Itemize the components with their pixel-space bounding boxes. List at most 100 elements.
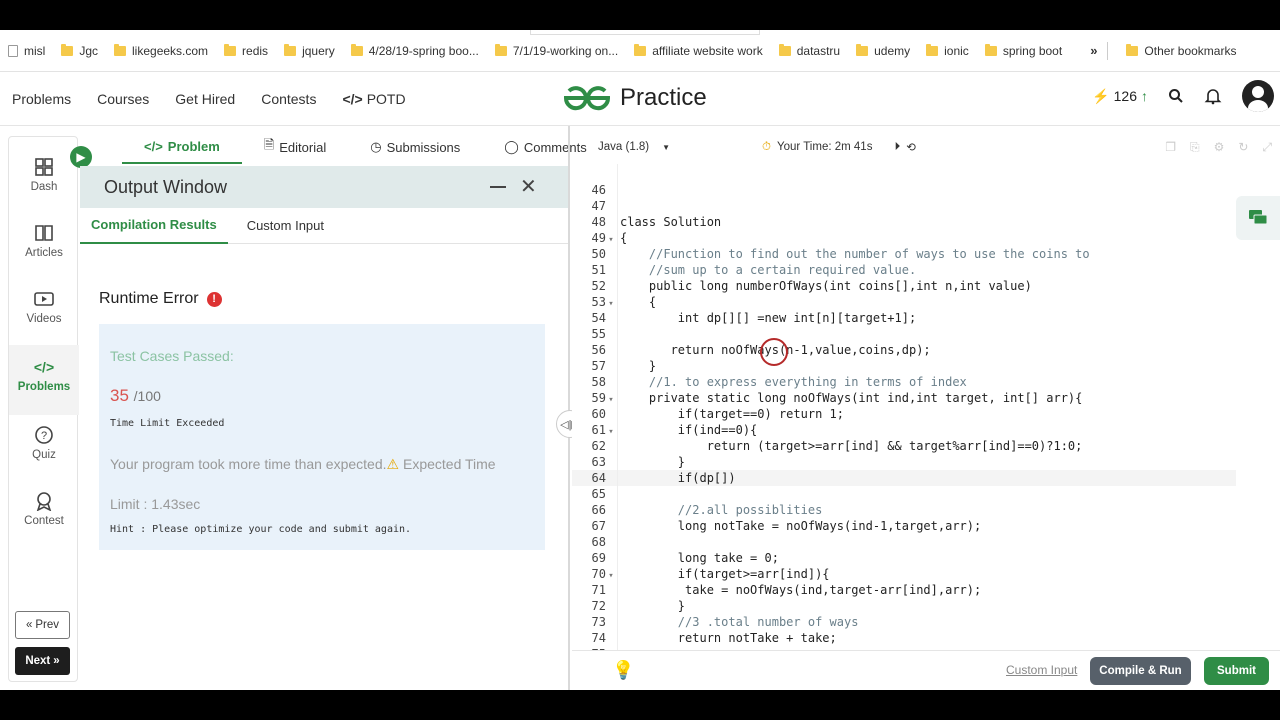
close-icon[interactable]: ✕ [520,174,537,199]
code-line[interactable]: 55 [572,326,1236,342]
bell-icon[interactable] [1204,87,1222,105]
tab-custom-input[interactable]: Custom Input [236,208,335,244]
minimize-icon[interactable] [490,186,506,188]
nav-potd[interactable]: </> POTD [342,91,405,107]
code-line[interactable]: 51 //sum up to a certain required value. [572,262,1236,278]
reset-timer-icon[interactable]: ⟲ [906,140,916,154]
code-line[interactable]: 74 return notTake + take; [572,630,1236,646]
language-select[interactable]: Java (1.8) ▼ [588,135,680,159]
pane-divider[interactable] [568,126,570,690]
bookmark-item[interactable]: udemy [848,43,918,58]
sidebar-item-contest[interactable]: Contest [9,491,79,527]
chat-icon [1249,210,1268,225]
tab-editorial[interactable]: 🗎 Editorial [242,130,348,164]
code-line[interactable]: 69 long take = 0; [572,550,1236,566]
streak-counter[interactable]: ⚡ 126 ↑ [1092,88,1148,105]
bookmark-item[interactable]: misl [0,44,53,58]
tab-problem[interactable]: </> Problem [122,130,242,164]
sidebar-item-articles[interactable]: Articles [9,223,79,259]
code-line[interactable]: 50 //Function to find out the number of … [572,246,1236,262]
code-line[interactable]: 71 take = noOfWays(ind,target-arr[ind],a… [572,582,1236,598]
tab-compilation-results[interactable]: Compilation Results [80,208,228,244]
editor-actions: ❐ ⎘ ⚙ ↻ ⤢ [1165,140,1272,155]
code-line[interactable]: 72 } [572,598,1236,614]
bookmark-item[interactable]: 7/1/19-working on... [487,43,626,58]
bookmark-item[interactable]: spring boot [977,43,1070,58]
bookmark-item[interactable]: redis [216,43,276,58]
copy-icon[interactable]: ❐ [1165,140,1176,155]
submit-button[interactable]: Submit [1204,657,1269,685]
sidebar-item-problems[interactable]: </> Problems [9,345,79,415]
gfg-logo[interactable]: Practice [562,83,707,113]
bookmark-label: 7/1/19-working on... [512,43,619,58]
bookmark-item[interactable]: 4/28/19-spring boo... [343,43,487,58]
code-line[interactable]: 57 } [572,358,1236,374]
code-line[interactable]: 67 long notTake = noOfWays(ind-1,target,… [572,518,1236,534]
line-number: 55 [591,327,606,341]
sidebar-item-videos[interactable]: Videos [9,289,79,325]
custom-input-link[interactable]: Custom Input [1006,663,1077,677]
output-window-title: Output Window [104,176,228,197]
code-line[interactable]: 70 ▾ if(target>=arr[ind]){ [572,566,1236,582]
more-bookmarks-icon[interactable]: » [1090,43,1097,58]
code-line[interactable]: 68 [572,534,1236,550]
code-line[interactable]: 52 public long numberOfWays(int coins[],… [572,278,1236,294]
other-bookmarks[interactable]: Other bookmarks [1118,43,1244,58]
code-line[interactable]: 46 [572,182,1236,198]
code-line[interactable]: 63 } [572,454,1236,470]
prev-button[interactable]: « Prev [15,611,70,639]
chat-icon: ◯ [504,139,519,154]
nav-contests[interactable]: Contests [261,91,316,107]
code-line[interactable]: 49 ▾{ [572,230,1236,246]
tab-submissions[interactable]: ◷ Submissions [348,130,482,164]
code-line[interactable]: 56 return noOfWays(n-1,value,coins,dp); [572,342,1236,358]
svg-text:?: ? [41,430,47,442]
code-line[interactable]: 61 ▾ if(ind==0){ [572,422,1236,438]
lightbulb-icon[interactable]: 💡 [612,660,634,681]
bookmark-item[interactable]: datastru [771,43,848,58]
browser-tab-edge [530,30,760,35]
code-line[interactable]: 73 //3 .total number of ways [572,614,1236,630]
paste-icon[interactable]: ⎘ [1190,140,1200,155]
code-line[interactable]: 66 //2.all possiblities [572,502,1236,518]
output-window: Output Window ✕ Compilation Results Cust… [80,166,568,686]
nav-problems[interactable]: Problems [12,91,71,107]
code-editor[interactable]: 46 47 48 class Solution 49 ▾{50 //Function to… [572,164,1236,650]
refresh-icon[interactable]: ↻ [1238,140,1248,155]
code-line[interactable]: 65 [572,486,1236,502]
sidebar-item-quiz[interactable]: ? Quiz [9,425,79,461]
language-value: Java (1.8) [598,141,650,153]
code-line[interactable]: 53 ▾ { [572,294,1236,310]
search-icon[interactable] [1168,88,1184,104]
bookmark-label: udemy [874,43,911,58]
code-line[interactable]: 58 //1. to express everything in terms o… [572,374,1236,390]
code-line[interactable]: 54 int dp[][] =new int[n][target+1]; [572,310,1236,326]
settings-icon[interactable]: ⚙ [1214,140,1225,155]
bookmark-item[interactable]: likegeeks.com [106,43,216,58]
code-line[interactable]: 64 if(dp[]) [572,470,1236,486]
code-line[interactable]: 47 [572,198,1236,214]
code-line[interactable]: 48 class Solution [572,214,1236,230]
line-number: 64 [591,471,606,485]
expand-arrow-icon[interactable]: ▶ [70,146,92,168]
code-line[interactable]: 59 ▾ private static long noOfWays(int ind… [572,390,1236,406]
avatar[interactable] [1242,80,1274,112]
bookmark-item[interactable]: ionic [918,43,977,58]
code-line[interactable]: 60 if(target==0) return 1; [572,406,1236,422]
nav-get-hired[interactable]: Get Hired [175,91,235,107]
line-number: 72 [591,599,606,613]
play-icon[interactable]: ⏵ [894,141,900,154]
code-line[interactable]: 62 return (target>=arr[ind] && target%ar… [572,438,1236,454]
sidebar-item-label: Dash [30,181,58,193]
bookmark-item[interactable]: jquery [276,43,343,58]
line-number: 51 [591,263,606,277]
fullscreen-icon[interactable]: ⤢ [1262,140,1272,155]
chat-button[interactable] [1236,196,1280,240]
compile-run-button[interactable]: Compile & Run [1090,657,1191,685]
bookmark-item[interactable]: affiliate website work [626,43,771,58]
sidebar-item-dash[interactable]: Dash [9,157,79,193]
next-button[interactable]: Next » [15,647,70,675]
code-icon: </> [144,138,163,154]
bookmark-item[interactable]: Jgc [53,43,106,58]
nav-courses[interactable]: Courses [97,91,149,107]
